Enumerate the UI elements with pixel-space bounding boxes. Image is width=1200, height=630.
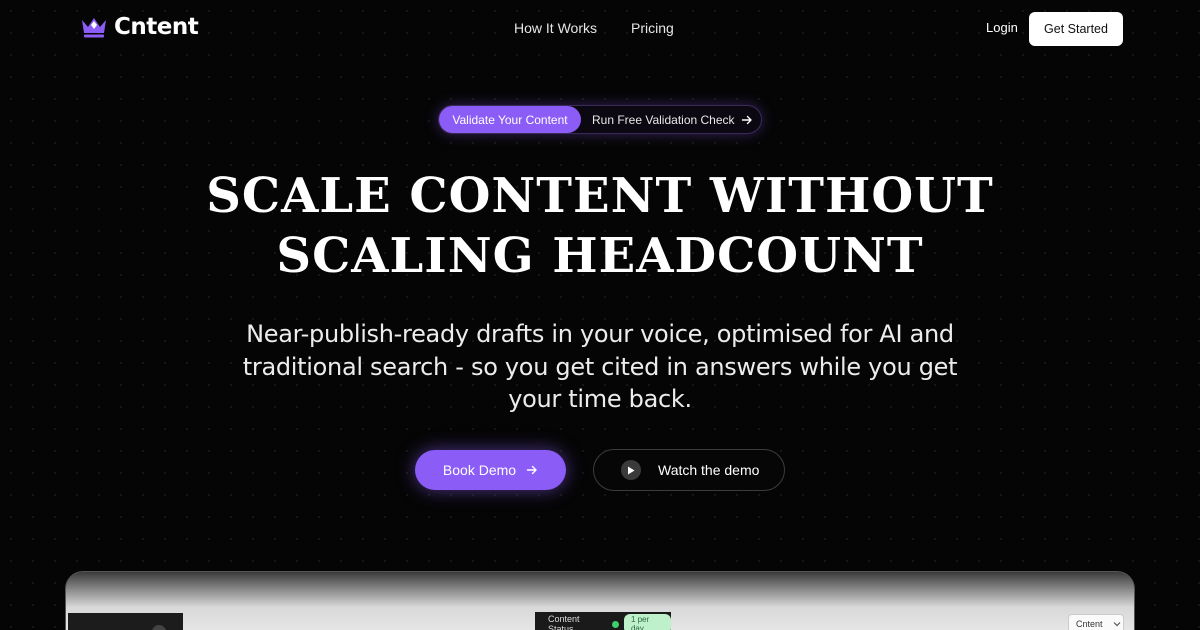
nav-link-pricing[interactable]: Pricing — [631, 20, 674, 36]
status-label: Content Status — [548, 614, 580, 630]
preview-select: Cntent — [1068, 614, 1124, 630]
headline-line-1: SCALE CONTENT WITHOUT — [206, 168, 994, 224]
hero-subtext: Near-publish-ready drafts in your voice,… — [242, 320, 958, 413]
logo-text: Cntent — [114, 14, 199, 40]
arrow-right-icon — [526, 465, 537, 475]
crown-logo-icon — [82, 18, 106, 38]
preview-select-value: Cntent — [1076, 619, 1103, 629]
watch-demo-label: Watch the demo — [658, 462, 760, 478]
status-badge: 1 per day — [623, 614, 671, 630]
play-icon — [621, 460, 641, 480]
top-nav: Cntent How It Works Pricing Login Get St… — [0, 0, 1200, 58]
chevron-down-icon — [1113, 622, 1120, 627]
validation-link-label: Run Free Validation Check — [592, 112, 735, 127]
validation-banner[interactable]: Validate Your Content Run Free Validatio… — [438, 105, 762, 134]
preview-content-status: Content Status 1 per day — [535, 612, 671, 630]
validation-link[interactable]: Run Free Validation Check — [592, 113, 753, 127]
status-dot — [612, 620, 619, 628]
validate-badge: Validate Your Content — [439, 106, 581, 133]
logo[interactable]: Cntent — [80, 14, 199, 40]
headline-line-2: SCALING HEADCOUNT — [276, 228, 924, 284]
nav-link-how-it-works[interactable]: How It Works — [514, 20, 597, 36]
preview-sidebar — [68, 613, 183, 630]
get-started-button[interactable]: Get Started — [1029, 12, 1123, 46]
app-preview: Content Status 1 per day Cntent — [65, 571, 1135, 630]
book-demo-label: Book Demo — [442, 462, 517, 478]
arrow-right-icon — [741, 115, 752, 124]
nav-links: How It Works Pricing — [514, 20, 674, 36]
login-link[interactable]: Login — [986, 20, 1018, 35]
watch-demo-button[interactable]: Watch the demo — [593, 449, 785, 491]
hero-headline: SCALE CONTENT WITHOUT SCALING HEADCOUNT — [0, 166, 1200, 286]
preview-toggle — [152, 625, 166, 630]
book-demo-button[interactable]: Book Demo — [415, 450, 566, 490]
